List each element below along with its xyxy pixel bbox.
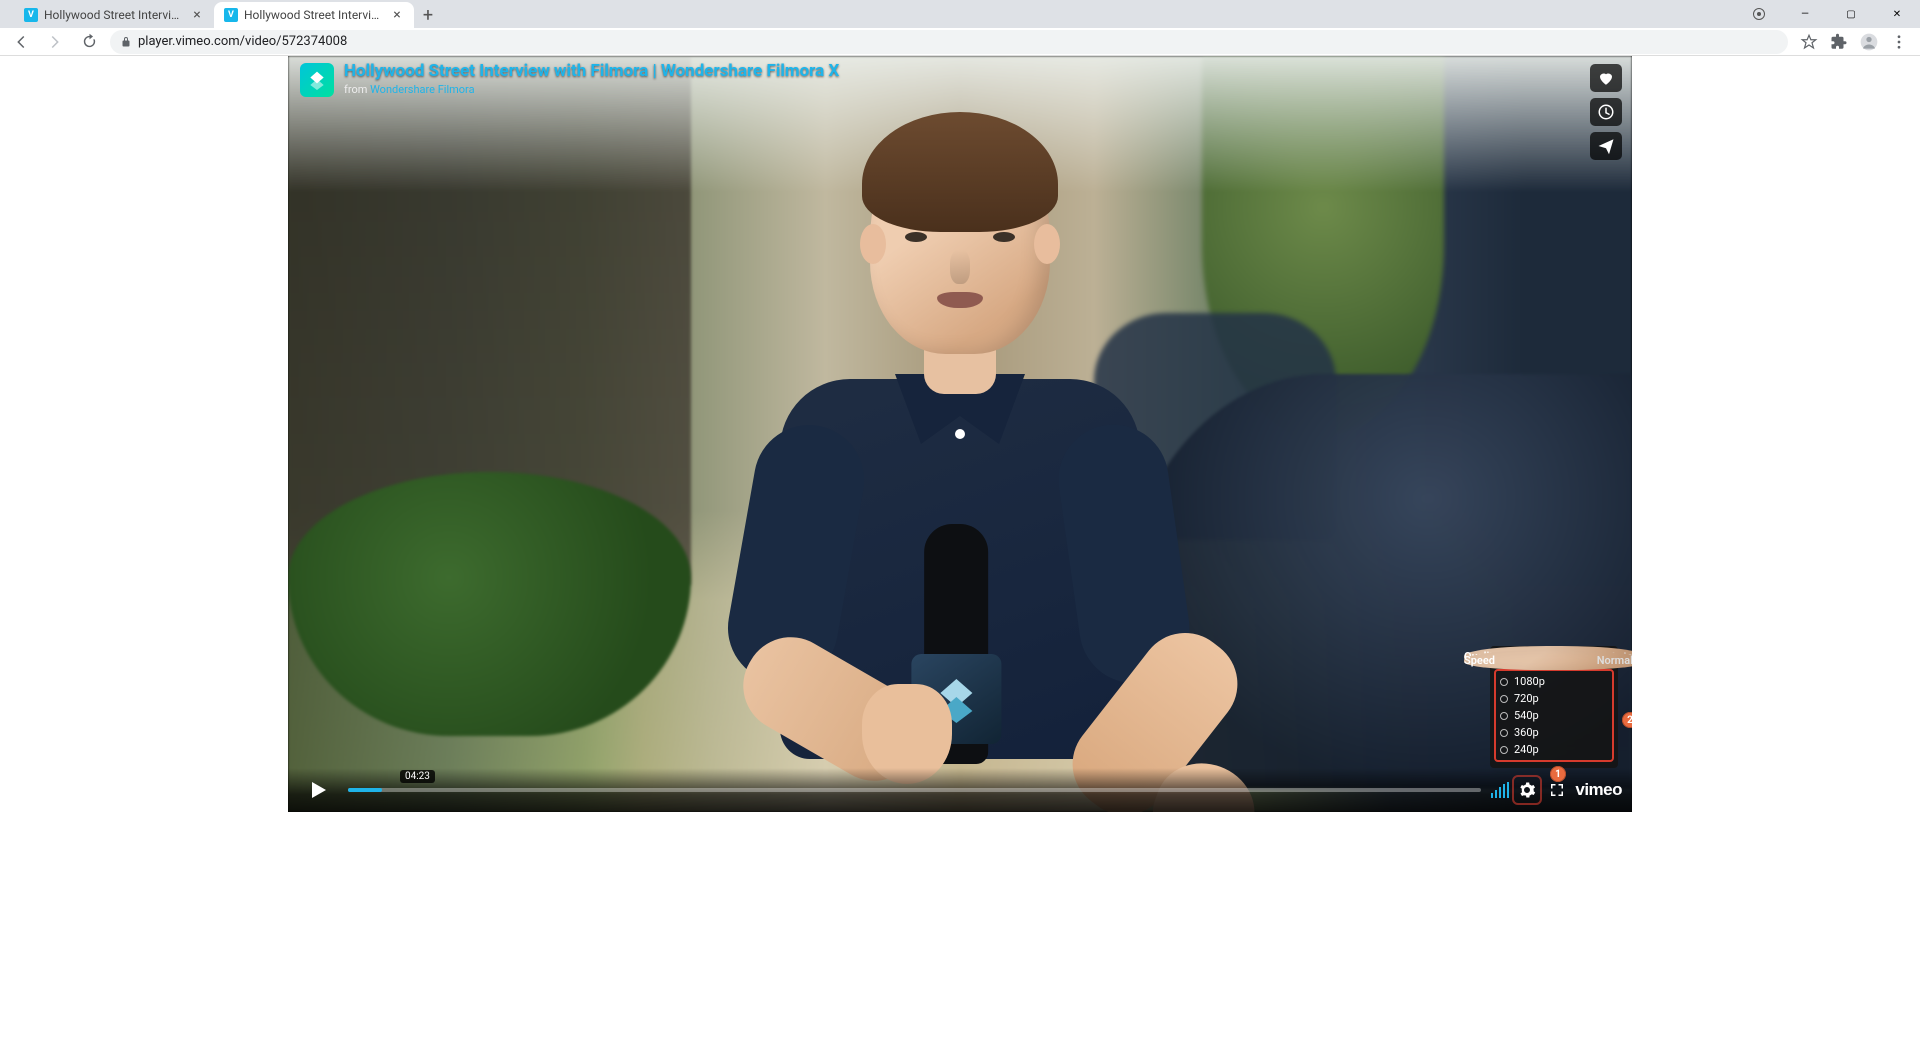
extensions-icon[interactable]	[1826, 29, 1852, 55]
share-button paper-plane-icon[interactable]	[1590, 132, 1622, 160]
tab-1[interactable]: V Hollywood Street Interview with ×	[14, 2, 214, 28]
quality-option-1080p[interactable]: 1080p	[1498, 673, 1610, 690]
video-actions-overlay	[1590, 64, 1622, 160]
annotation-badge-1: 1	[1550, 766, 1566, 782]
volume-control volume-icon[interactable]	[1491, 782, 1509, 798]
minimize-button[interactable]: —	[1782, 0, 1828, 28]
quality-option-360p[interactable]: 360p	[1498, 724, 1610, 741]
tab-2[interactable]: V Hollywood Street Interview with ×	[214, 2, 414, 28]
speed-row[interactable]: Speed Normal	[1464, 650, 1632, 670]
maximize-button[interactable]: ▢	[1828, 0, 1874, 28]
reporter-figure	[745, 124, 1175, 804]
new-tab-button[interactable]: +	[414, 2, 442, 28]
video-header-overlay: Hollywood Street Interview with Filmora …	[300, 61, 839, 97]
tab-2-title: Hollywood Street Interview with	[244, 8, 384, 22]
bookmark-star-icon[interactable]	[1796, 29, 1822, 55]
video-titles: Hollywood Street Interview with Filmora …	[344, 61, 839, 96]
video-player[interactable]: Hollywood Street Interview with Filmora …	[288, 56, 1632, 812]
account-menu-icon[interactable]	[1736, 0, 1782, 28]
toolbar: player.vimeo.com/video/572374008	[0, 28, 1920, 56]
viewport: Hollywood Street Interview with Filmora …	[0, 56, 1920, 1040]
annotation-box-quality-list: 1080p 720p 540p 360p 240p	[1494, 669, 1614, 762]
reload-button[interactable]	[76, 29, 102, 55]
forward-button	[42, 29, 68, 55]
settings-button gear-icon[interactable]	[1515, 778, 1539, 802]
vimeo-favicon: V	[224, 8, 238, 22]
progress-fill	[348, 788, 382, 792]
tabs: V Hollywood Street Interview with × V Ho…	[8, 2, 442, 28]
author-link[interactable]: Wondershare Filmora	[370, 83, 474, 96]
quality-option-240p[interactable]: 240p	[1498, 741, 1610, 758]
player-controls: 04:23 vimeo	[288, 768, 1632, 812]
video-byline: from Wondershare Filmora	[344, 83, 839, 96]
address-bar[interactable]: player.vimeo.com/video/572374008	[110, 30, 1788, 54]
toolbar-right	[1796, 29, 1912, 55]
quality-option-720p[interactable]: 720p	[1498, 690, 1610, 707]
play-button play-icon[interactable]	[298, 770, 338, 810]
back-button[interactable]	[8, 29, 34, 55]
video-title[interactable]: Hollywood Street Interview with Filmora …	[344, 61, 839, 81]
watch-later-button clock-icon[interactable]	[1590, 98, 1622, 126]
tab-1-title: Hollywood Street Interview with	[44, 8, 184, 22]
progress-bar[interactable]: 04:23	[348, 780, 1481, 800]
settings-popover: Quality Auto Auto 1080p 720p 540p 360p 2…	[1490, 646, 1618, 768]
vimeo-favicon: V	[24, 8, 38, 22]
progress-track[interactable]	[348, 788, 1481, 792]
close-icon[interactable]: ×	[190, 8, 204, 22]
quality-option-540p[interactable]: 540p	[1498, 707, 1610, 724]
speed-label: Speed	[1464, 654, 1495, 667]
like-button heart-icon[interactable]	[1590, 64, 1622, 92]
annotation-badge-2: 2	[1622, 712, 1632, 728]
vimeo-logo-link[interactable]: vimeo	[1575, 780, 1622, 800]
url-text: player.vimeo.com/video/572374008	[138, 34, 347, 49]
from-label: from	[344, 83, 370, 96]
browser-chrome: V Hollywood Street Interview with × V Ho…	[0, 0, 1920, 56]
profile-icon[interactable]	[1856, 29, 1882, 55]
lock-icon	[120, 36, 132, 48]
window-controls: — ▢ ✕	[1736, 0, 1920, 28]
channel-logo[interactable]	[300, 63, 334, 97]
kebab-menu-icon[interactable]	[1886, 29, 1912, 55]
window-close-button[interactable]: ✕	[1874, 0, 1920, 28]
duration-tooltip: 04:23	[400, 770, 435, 783]
speed-value: Normal	[1597, 654, 1632, 667]
close-icon[interactable]: ×	[390, 8, 404, 22]
tab-strip: V Hollywood Street Interview with × V Ho…	[0, 0, 1920, 28]
